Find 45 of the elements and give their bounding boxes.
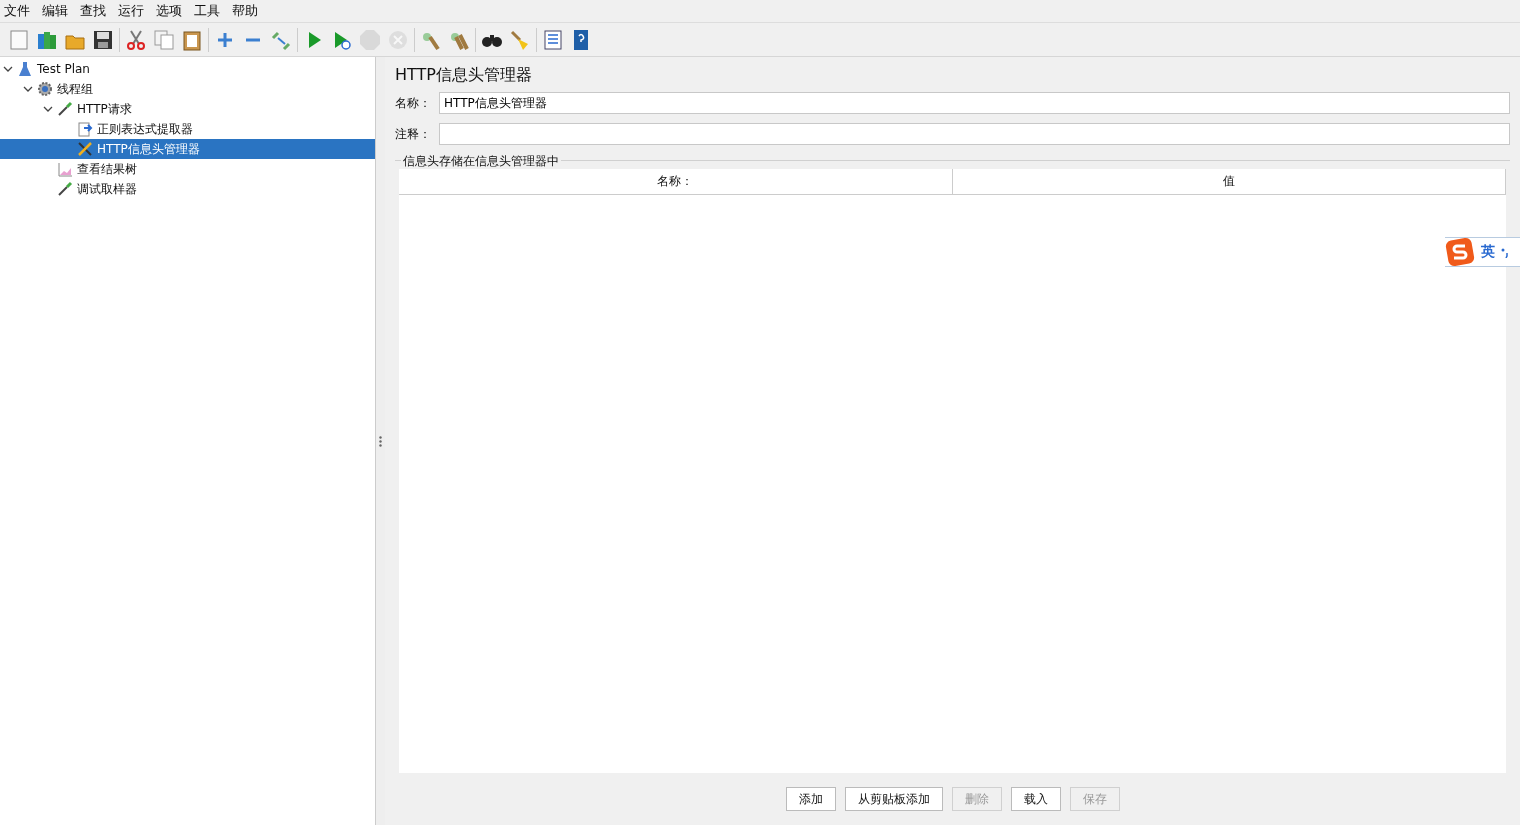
menu-item[interactable]: 编辑 <box>42 2 80 20</box>
tree-item[interactable]: Test Plan <box>0 59 375 79</box>
pipette-icon <box>57 101 73 117</box>
ime-status-bar[interactable]: 英 <box>1445 237 1520 267</box>
action-button[interactable]: 添加 <box>785 787 836 811</box>
chevron-icon[interactable] <box>43 104 53 114</box>
tree-item[interactable]: HTTP请求 <box>0 99 375 119</box>
flask-icon <box>17 61 33 77</box>
group-title: 信息头存储在信息头管理器中 <box>401 154 561 168</box>
s-logo-icon <box>1445 237 1475 267</box>
tree-item[interactable]: 调试取样器 <box>0 179 375 199</box>
chevron-icon[interactable] <box>23 84 33 94</box>
menu-item[interactable]: 工具 <box>194 2 232 20</box>
gear-icon <box>37 81 53 97</box>
blank-page-icon[interactable] <box>8 28 30 51</box>
splitter-handle-icon[interactable] <box>379 435 382 447</box>
tree-item[interactable]: 线程组 <box>0 79 375 99</box>
menu-item[interactable]: 选项 <box>156 2 194 20</box>
pipette-icon <box>57 181 73 197</box>
tree-item[interactable]: 查看结果树 <box>0 159 375 179</box>
menu-item[interactable]: 帮助 <box>232 2 270 20</box>
broom-icon[interactable] <box>509 28 531 51</box>
panel-title: HTTP信息头管理器 <box>395 65 533 86</box>
chevron-icon[interactable] <box>3 64 13 74</box>
copy-icon[interactable] <box>153 28 175 51</box>
wrench-screwdriver-icon <box>77 141 93 157</box>
field-label: 注释： <box>395 125 432 143</box>
name-field[interactable]: HTTP信息头管理器 <box>439 92 1510 114</box>
tree-item[interactable]: 正则表达式提取器 <box>0 119 375 139</box>
action-button[interactable]: 载入 <box>1010 787 1061 811</box>
tree-item[interactable]: HTTP信息头管理器 <box>0 139 375 159</box>
action-button[interactable]: 从剪贴板添加 <box>844 787 943 811</box>
ime-mode-label[interactable]: 英 <box>1481 243 1495 261</box>
clipboard-icon[interactable] <box>181 28 203 51</box>
comment-field[interactable] <box>439 123 1510 145</box>
column-header[interactable]: 值 <box>952 169 1506 194</box>
scissors-icon[interactable] <box>125 28 147 51</box>
field-label: 名称： <box>395 94 432 112</box>
menu-item[interactable]: 文件 <box>4 2 42 20</box>
area-chart-icon <box>57 161 73 177</box>
punctuation-icon[interactable] <box>1501 246 1509 258</box>
column-header[interactable]: 名称： <box>399 169 953 194</box>
menu-item[interactable]: 查找 <box>80 2 118 20</box>
list-icon[interactable] <box>542 28 564 51</box>
menu-item[interactable]: 运行 <box>118 2 156 20</box>
